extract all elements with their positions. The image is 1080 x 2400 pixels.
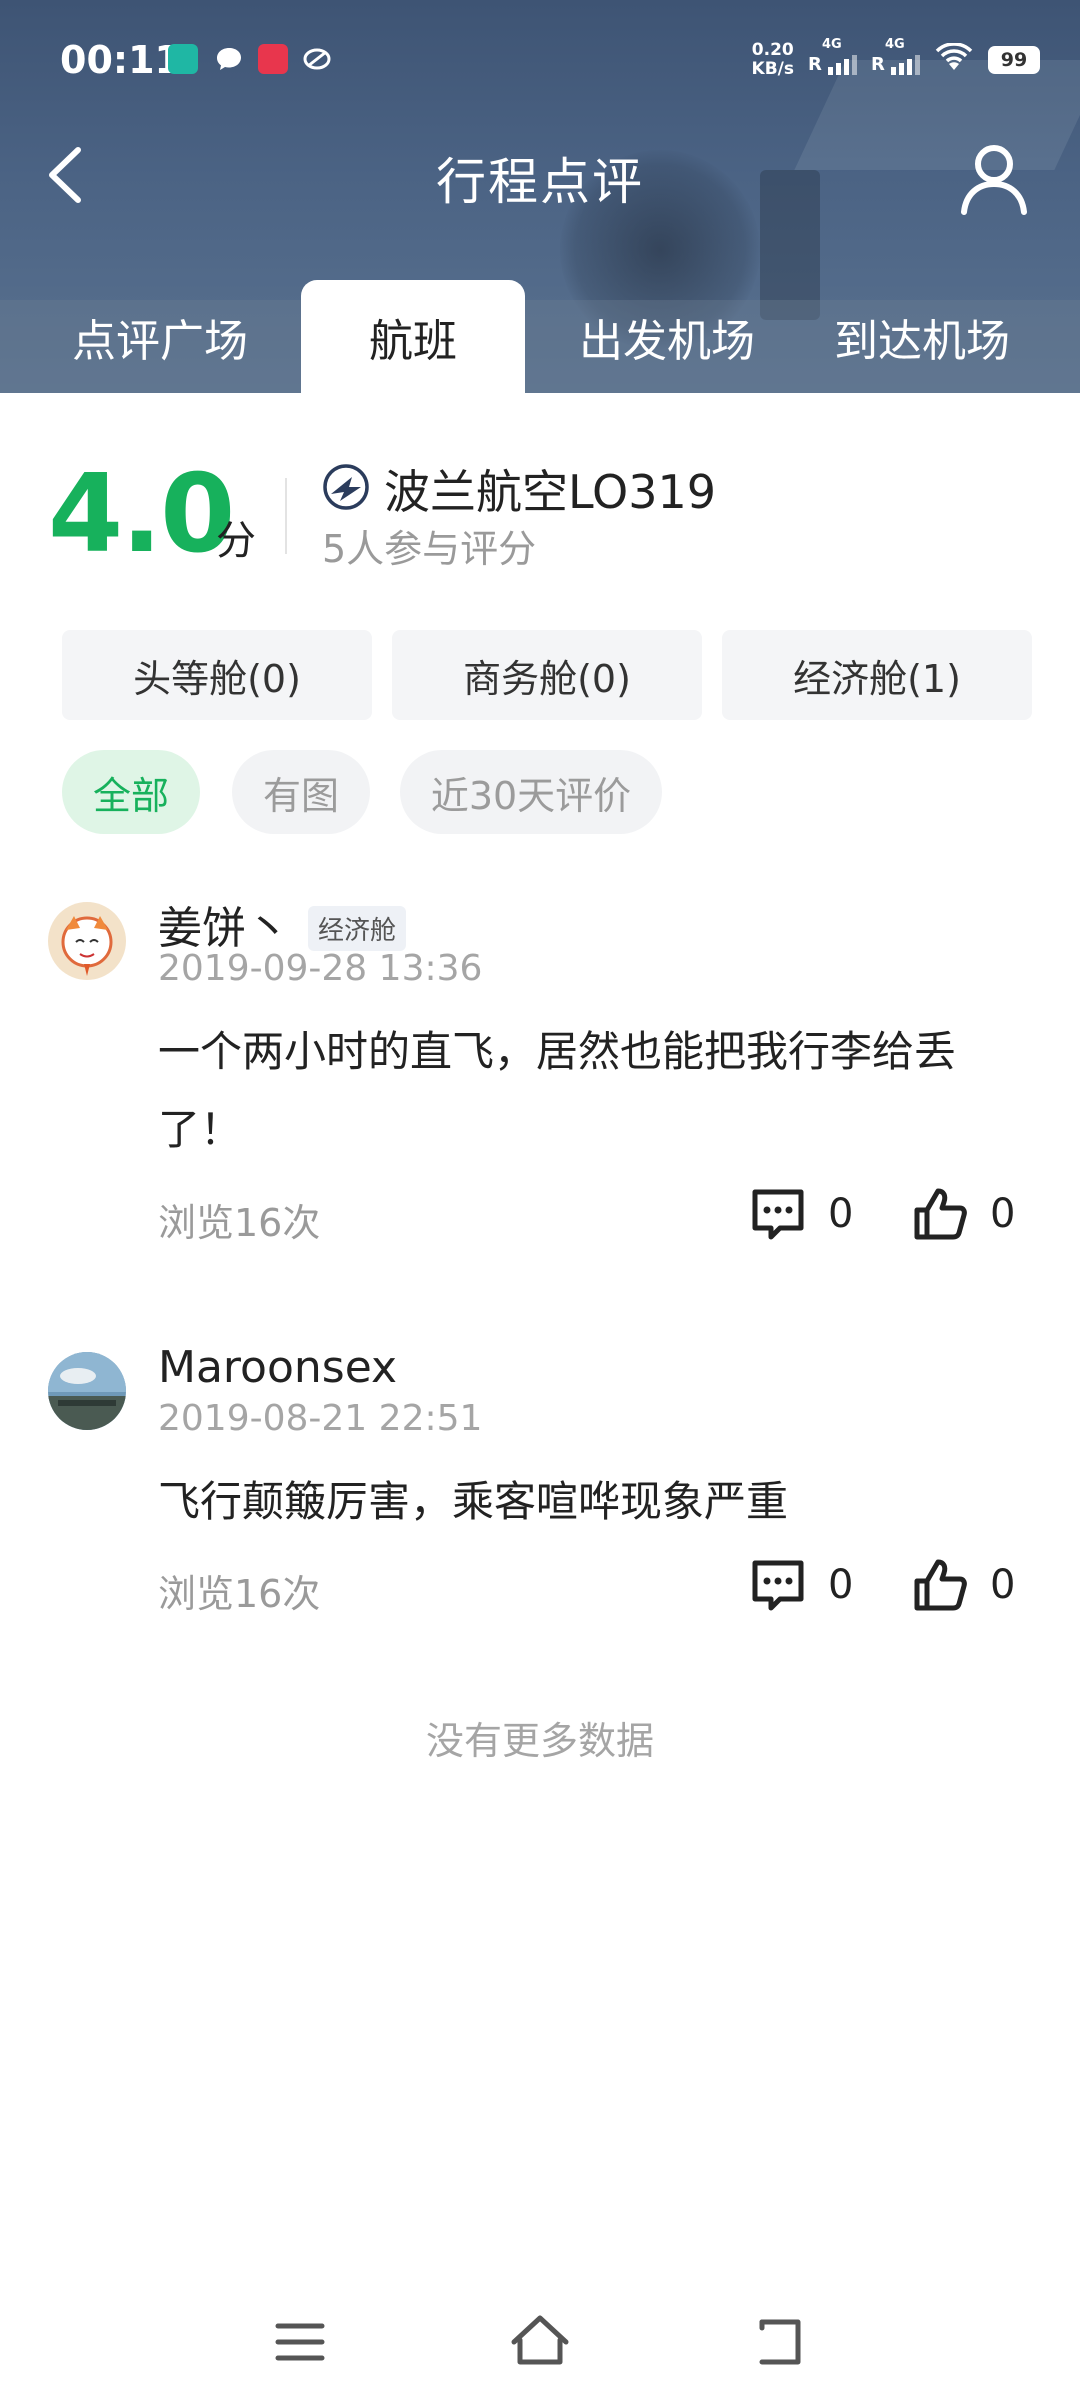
comment-icon bbox=[752, 1189, 804, 1240]
roaming-label: R bbox=[871, 54, 885, 75]
cabin-economy-class[interactable]: 经济舱(1) bbox=[722, 630, 1032, 720]
signal-2-icon: R 4G bbox=[871, 37, 920, 75]
review-username: Maroonsex bbox=[158, 1342, 398, 1393]
header: 00:11 0.20 KB/s R 4G R 4G 99 行程点评 点评广场 航… bbox=[0, 0, 1080, 393]
network-speed-unit: KB/s bbox=[751, 59, 794, 79]
back-nav-icon bbox=[759, 2319, 801, 2365]
network-speed-value: 0.20 bbox=[751, 40, 794, 60]
network-speed: 0.20 KB/s bbox=[752, 41, 794, 79]
battery-icon: 99 bbox=[988, 46, 1040, 74]
menu-nav-button[interactable] bbox=[260, 2302, 340, 2382]
review-date: 2019-09-28 13:36 bbox=[158, 948, 483, 989]
thumbs-up-icon bbox=[914, 1559, 967, 1611]
tab-bar: 点评广场 航班 出发机场 到达机场 bbox=[0, 280, 1080, 393]
review-views: 浏览16次 bbox=[158, 1572, 321, 1616]
flight-name: 波兰航空LO319 bbox=[384, 465, 716, 519]
rating-score: 4.0 bbox=[48, 452, 235, 577]
filter-last-30-days[interactable]: 近30天评价 bbox=[400, 750, 662, 834]
filter-with-images[interactable]: 有图 bbox=[232, 750, 370, 834]
review-date: 2019-08-21 22:51 bbox=[158, 1398, 483, 1439]
review-text: 一个两小时的直飞，居然也能把我行李给丢了！ bbox=[158, 1027, 957, 1154]
tab-review-square[interactable]: 点评广场 bbox=[40, 280, 280, 393]
filter-all[interactable]: 全部 bbox=[62, 750, 200, 834]
cabin-business-class[interactable]: 商务舱(0) bbox=[392, 630, 702, 720]
like-button[interactable]: 0 bbox=[912, 1557, 1015, 1613]
like-button[interactable]: 0 bbox=[912, 1186, 1015, 1242]
rating-score-unit: 分 bbox=[216, 518, 256, 564]
comment-button[interactable]: 0 bbox=[750, 1186, 853, 1242]
system-navigation-bar bbox=[0, 2290, 1080, 2400]
raters-count: 5人参与评分 bbox=[322, 527, 537, 571]
no-more-data-text: 没有更多数据 bbox=[425, 1719, 654, 1763]
menu-icon bbox=[275, 2323, 325, 2361]
airline-logo-icon bbox=[322, 463, 370, 511]
comment-icon bbox=[752, 1560, 804, 1611]
tab-departure-airport[interactable]: 出发机场 bbox=[552, 280, 782, 393]
tab-arrival-airport[interactable]: 到达机场 bbox=[806, 280, 1038, 393]
taobao-notification-icon bbox=[258, 44, 288, 74]
network-type-label: 4G bbox=[822, 37, 842, 52]
sync-notification-icon bbox=[302, 44, 332, 74]
comment-button[interactable]: 0 bbox=[750, 1557, 853, 1613]
tab-flight[interactable]: 航班 bbox=[301, 280, 525, 393]
review-views: 浏览16次 bbox=[158, 1201, 321, 1245]
cabin-filter-group: 头等舱(0) 商务舱(0) 经济舱(1) bbox=[62, 630, 1032, 720]
wifi-icon bbox=[934, 42, 974, 77]
user-profile-button[interactable] bbox=[956, 140, 1032, 216]
cabin-badge: 经济舱 bbox=[308, 906, 407, 951]
divider bbox=[285, 478, 287, 554]
comment-count: 0 bbox=[828, 1191, 854, 1237]
avatar[interactable] bbox=[48, 902, 126, 980]
avatar[interactable] bbox=[48, 1352, 126, 1430]
back-nav-button[interactable] bbox=[740, 2302, 820, 2382]
home-icon bbox=[511, 2315, 569, 2365]
cabin-first-class[interactable]: 头等舱(0) bbox=[62, 630, 372, 720]
thumbs-up-icon bbox=[914, 1188, 967, 1240]
like-count: 0 bbox=[990, 1191, 1016, 1237]
review-username: 姜饼丶 bbox=[158, 903, 290, 954]
status-bar: 00:11 0.20 KB/s R 4G R 4G 99 bbox=[0, 0, 1080, 120]
home-nav-button[interactable] bbox=[500, 2302, 580, 2382]
network-type-label: 4G bbox=[885, 37, 905, 52]
user-icon bbox=[961, 145, 1027, 215]
comment-count: 0 bbox=[828, 1562, 854, 1608]
app-notification-icon bbox=[168, 44, 198, 74]
signal-1-icon: R 4G bbox=[808, 37, 857, 75]
like-count: 0 bbox=[990, 1562, 1016, 1608]
status-time: 00:11 bbox=[60, 38, 181, 82]
status-right-group: 0.20 KB/s R 4G R 4G 99 bbox=[752, 36, 1040, 84]
page-title: 行程点评 bbox=[436, 153, 644, 211]
message-notification-icon bbox=[214, 44, 244, 74]
review-text: 飞行颠簸厉害，乘客喧哗现象严重 bbox=[158, 1477, 789, 1526]
roaming-label: R bbox=[808, 54, 822, 75]
